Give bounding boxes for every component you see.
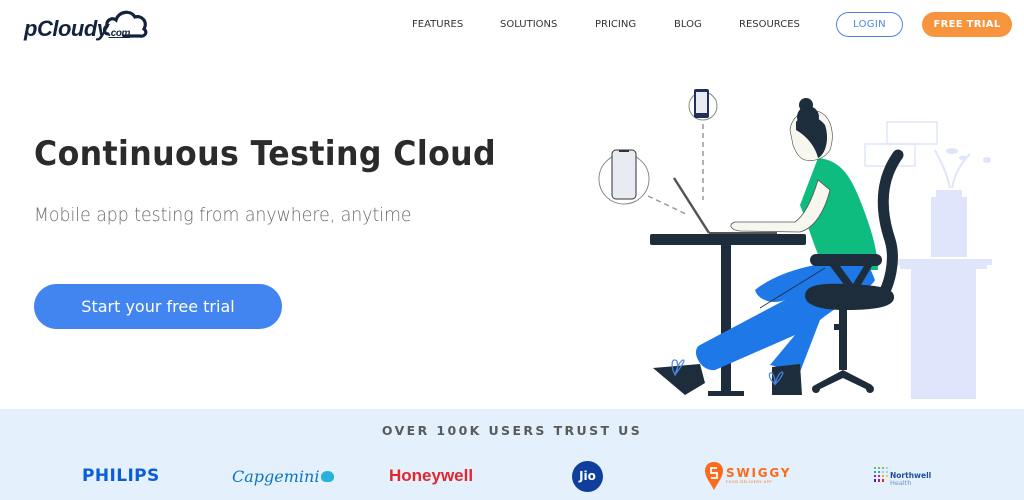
swiggy-pin-icon	[705, 462, 723, 490]
nav-pricing[interactable]: PRICING	[595, 19, 636, 30]
swiggy-tagline: FOOD DELIVERY APP	[726, 480, 773, 485]
logo-text: pCloudy.com	[24, 16, 130, 41]
nav-blog[interactable]: BLOG	[674, 19, 702, 30]
login-button[interactable]: LOGIN	[836, 12, 903, 37]
northwell-text: Northwell	[890, 470, 932, 480]
northwell-dots-icon	[874, 467, 888, 482]
nav-solutions[interactable]: SOLUTIONS	[500, 19, 557, 30]
nav-resources[interactable]: RESOURCES	[739, 19, 800, 30]
phone-bubble-large	[598, 149, 689, 216]
free-trial-button[interactable]: FREE TRIAL	[922, 12, 1012, 37]
capgemini-text: Capgemini	[232, 466, 320, 486]
trust-title: OVER 100K USERS TRUST US	[381, 423, 643, 438]
northwell-tagline: Health	[890, 479, 912, 487]
brand-logo-philips: PHILIPS	[82, 466, 160, 486]
site-header: pCloudy.com FEATURES SOLUTIONS PRICING B…	[0, 0, 1024, 50]
side-table	[897, 259, 992, 399]
hero-subtitle: Mobile app testing from anywhere, anytim…	[34, 204, 412, 226]
pcloudy-logo[interactable]: pCloudy.com	[24, 4, 149, 46]
start-free-trial-button[interactable]: Start your free trial	[34, 284, 282, 329]
phone-bubble-small	[688, 89, 718, 200]
hero-title: Continuous Testing Cloud	[34, 134, 497, 174]
trust-section: OVER 100K USERS TRUST US PHILIPS Capgemi…	[0, 409, 1024, 500]
brand-logo-honeywell: Honeywell	[389, 466, 474, 485]
brand-logo-northwell: Northwell Health	[873, 461, 931, 491]
plant-vase-icon	[931, 148, 991, 257]
chair-back	[874, 149, 904, 306]
spade-icon	[321, 470, 335, 482]
jio-badge: Jio	[572, 460, 603, 492]
brand-logo-jio: Jio	[572, 460, 603, 492]
swiggy-text: SWIGGY	[726, 466, 792, 481]
brand-logo-swiggy: SWIGGY FOOD DELIVERY APP	[705, 461, 791, 491]
nav-features[interactable]: FEATURES	[412, 19, 463, 30]
hero-illustration	[598, 89, 992, 399]
brand-logo-capgemini: Capgemini	[232, 461, 335, 491]
person-head	[789, 98, 833, 161]
